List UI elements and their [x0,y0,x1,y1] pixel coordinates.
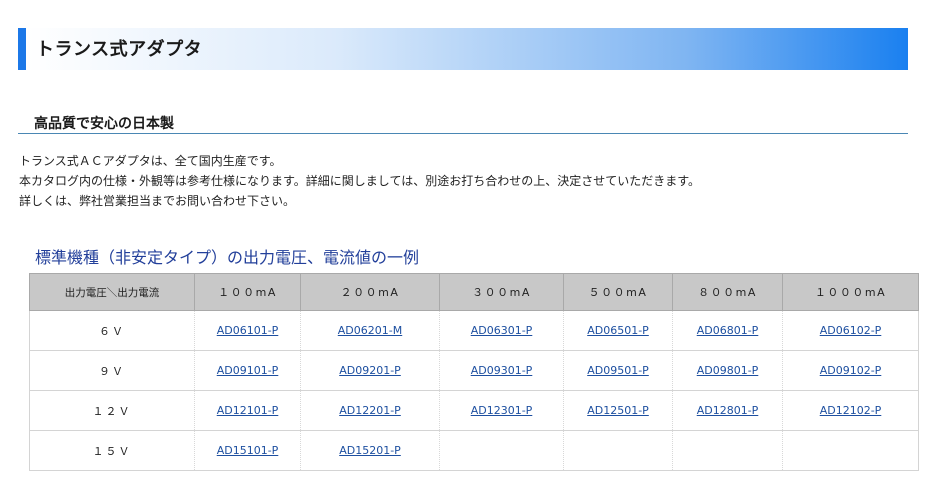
column-header: ２００mA [300,273,440,311]
model-link[interactable]: AD09801-P [697,364,759,377]
model-link[interactable]: AD06102-P [820,324,882,337]
empty-cell [672,430,783,471]
model-cell: AD09101-P [194,350,301,391]
model-cell: AD06301-P [439,310,564,351]
model-link[interactable]: AD12201-P [339,404,401,417]
voltage-cell: ９Ｖ [29,350,195,391]
model-cell: AD15101-P [194,430,301,471]
model-link[interactable]: AD09102-P [820,364,882,377]
voltage-cell: １５Ｖ [29,430,195,471]
model-link[interactable]: AD06201-M [338,324,402,337]
intro-line: 詳しくは、弊社営業担当までお問い合わせ下さい。 [19,194,296,208]
voltage-cell: １２Ｖ [29,390,195,431]
intro-line: トランス式ＡＣアダプタは、全て国内生産です。 [19,154,282,168]
model-link[interactable]: AD12301-P [471,404,533,417]
model-cell: AD09102-P [782,350,919,391]
model-link[interactable]: AD12101-P [217,404,279,417]
column-header: ８００mA [672,273,783,311]
model-cell: AD06801-P [672,310,783,351]
model-cell: AD12102-P [782,390,919,431]
model-link[interactable]: AD09301-P [471,364,533,377]
model-link[interactable]: AD06301-P [471,324,533,337]
model-link[interactable]: AD06101-P [217,324,279,337]
model-link[interactable]: AD09101-P [217,364,279,377]
model-cell: AD12301-P [439,390,564,431]
table-row: １２Ｖ AD12101-P AD12201-P AD12301-P AD1250… [29,390,919,431]
model-cell: AD09501-P [563,350,673,391]
model-cell: AD12201-P [300,390,440,431]
model-cell: AD12501-P [563,390,673,431]
empty-cell [782,430,919,471]
model-cell: AD09301-P [439,350,564,391]
model-link[interactable]: AD06801-P [697,324,759,337]
page-title-bar: トランス式アダプタ [18,28,908,70]
model-cell: AD09801-P [672,350,783,391]
model-cell: AD12101-P [194,390,301,431]
column-header: ３００mA [439,273,564,311]
model-cell: AD15201-P [300,430,440,471]
empty-cell [439,430,564,471]
model-link[interactable]: AD12102-P [820,404,882,417]
column-header: １０００mA [782,273,919,311]
model-link[interactable]: AD09501-P [587,364,649,377]
spec-table: 出力電圧＼出力電流 １００mA ２００mA ３００mA ５００mA ８００mA … [29,273,919,471]
model-link[interactable]: AD15201-P [339,444,401,457]
page-title: トランス式アダプタ [36,39,203,60]
model-cell: AD06501-P [563,310,673,351]
model-cell: AD06201-M [300,310,440,351]
intro-text: トランス式ＡＣアダプタは、全て国内生産です。 本カタログ内の仕様・外観等は参考仕… [19,151,700,211]
section-heading-bar: 高品質で安心の日本製 [18,112,908,134]
model-link[interactable]: AD06501-P [587,324,649,337]
model-cell: AD12801-P [672,390,783,431]
table-header-row: 出力電圧＼出力電流 １００mA ２００mA ３００mA ５００mA ８００mA … [29,273,919,311]
table-row: ６Ｖ AD06101-P AD06201-M AD06301-P AD06501… [29,310,919,351]
column-header: ５００mA [563,273,673,311]
table-row: １５Ｖ AD15101-P AD15201-P [29,430,919,471]
model-cell: AD06101-P [194,310,301,351]
table-row: ９Ｖ AD09101-P AD09201-P AD09301-P AD09501… [29,350,919,391]
corner-header: 出力電圧＼出力電流 [29,273,195,311]
spec-table-title: 標準機種（非安定タイプ）の出力電圧、電流値の一例 [35,248,420,267]
model-cell: AD06102-P [782,310,919,351]
voltage-cell: ６Ｖ [29,310,195,351]
model-link[interactable]: AD12801-P [697,404,759,417]
model-link[interactable]: AD15101-P [217,444,279,457]
section-heading: 高品質で安心の日本製 [34,116,174,132]
column-header: １００mA [194,273,301,311]
model-cell: AD09201-P [300,350,440,391]
model-link[interactable]: AD12501-P [587,404,649,417]
model-link[interactable]: AD09201-P [339,364,401,377]
intro-line: 本カタログ内の仕様・外観等は参考仕様になります。詳細に関しましては、別途お打ち合… [19,174,701,188]
empty-cell [563,430,673,471]
